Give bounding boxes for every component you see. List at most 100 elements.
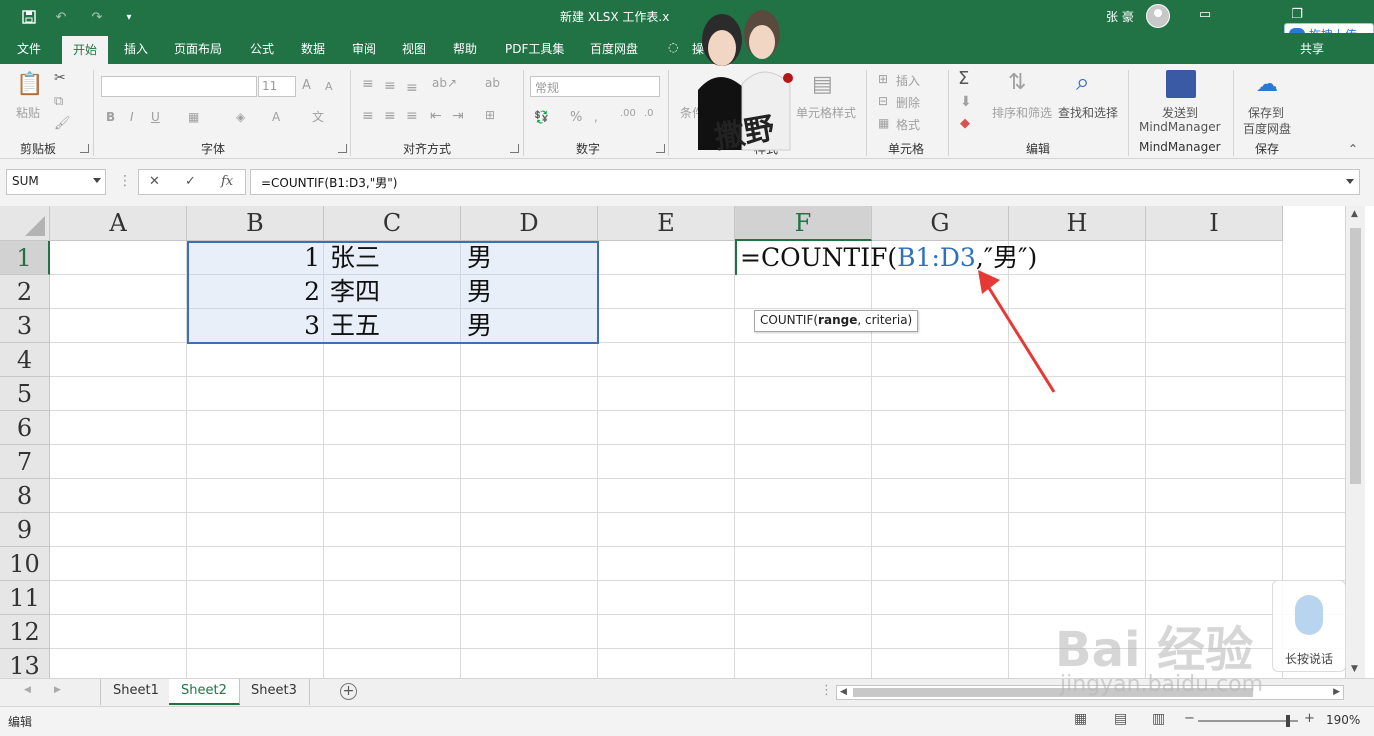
- row-header-9[interactable]: 9: [0, 513, 50, 547]
- collapse-ribbon-icon[interactable]: ⌃: [1348, 142, 1358, 156]
- column-header-i[interactable]: I: [1146, 206, 1283, 241]
- normal-view-icon[interactable]: ▦: [1074, 711, 1087, 727]
- fill-color-icon[interactable]: ◈: [236, 110, 245, 124]
- column-header-f[interactable]: F: [735, 206, 872, 241]
- number-format-select[interactable]: 常规: [530, 76, 660, 97]
- cancel-icon[interactable]: ✕: [149, 174, 160, 189]
- share-button[interactable]: 共享: [1300, 40, 1324, 57]
- insert-cells-button[interactable]: 插入: [896, 72, 920, 89]
- percent-style-button[interactable]: %: [570, 110, 582, 125]
- user-name[interactable]: 张 豪: [1106, 8, 1134, 25]
- decrease-indent-icon[interactable]: ⇤: [430, 108, 442, 124]
- format-cells-icon[interactable]: ▦: [878, 116, 889, 130]
- row-header-8[interactable]: 8: [0, 479, 50, 513]
- sort-filter-icon[interactable]: ⇅: [1008, 70, 1026, 95]
- row-header-1[interactable]: 1: [0, 241, 50, 275]
- bold-button[interactable]: B: [106, 110, 115, 124]
- avatar[interactable]: [1146, 4, 1170, 28]
- copy-icon[interactable]: ⧉: [54, 94, 63, 109]
- sheet-tab-sheet1[interactable]: Sheet1: [100, 679, 172, 705]
- scroll-left-icon[interactable]: ◀: [840, 687, 847, 697]
- align-top-icon[interactable]: ≡: [362, 76, 374, 92]
- send-to-label[interactable]: 发送到: [1162, 104, 1198, 121]
- font-name-select[interactable]: [101, 76, 257, 97]
- zoom-out-icon[interactable]: −: [1184, 711, 1195, 726]
- row-header-13[interactable]: 13: [0, 649, 50, 678]
- paste-icon[interactable]: 📋: [16, 72, 43, 97]
- formula-input[interactable]: =COUNTIF(B1:D3,"男"): [250, 169, 1360, 195]
- vertical-scroll-thumb[interactable]: [1350, 228, 1361, 484]
- column-header-h[interactable]: H: [1009, 206, 1146, 241]
- cell-d3[interactable]: 男: [467, 309, 597, 343]
- mindmanager-icon[interactable]: [1166, 70, 1196, 98]
- page-layout-view-icon[interactable]: ▤: [1114, 711, 1127, 727]
- tab-page-layout[interactable]: 页面布局: [174, 40, 222, 57]
- sort-filter-button[interactable]: 排序和筛选: [992, 104, 1052, 121]
- restore-window-icon[interactable]: ❐: [1284, 5, 1310, 25]
- add-sheet-button[interactable]: +: [340, 683, 357, 700]
- delete-cells-icon[interactable]: ⊟: [878, 94, 888, 108]
- scroll-right-icon[interactable]: ▶: [1333, 687, 1340, 697]
- find-select-button[interactable]: 查找和选择: [1058, 104, 1118, 121]
- font-color-icon[interactable]: A: [272, 110, 280, 124]
- page-break-view-icon[interactable]: ▥: [1152, 711, 1165, 727]
- cell-d2[interactable]: 男: [467, 275, 597, 309]
- worksheet-grid[interactable]: ABCDEFGHI 1 2 3 4 5 6 7 8 9 10 11 12 13 1 张三 男 2 李四 …: [0, 206, 1345, 678]
- column-header-c[interactable]: C: [324, 206, 461, 241]
- ribbon-display-icon[interactable]: ▭: [1192, 5, 1218, 25]
- tab-review[interactable]: 审阅: [352, 40, 376, 57]
- underline-button[interactable]: U: [151, 110, 160, 124]
- tab-file[interactable]: 文件: [17, 40, 41, 57]
- next-sheet-icon[interactable]: ▶: [54, 685, 61, 695]
- tab-insert[interactable]: 插入: [124, 40, 148, 57]
- align-center-icon[interactable]: ≡: [384, 108, 396, 124]
- merge-center-icon[interactable]: ⊞: [485, 108, 495, 122]
- column-header-b[interactable]: B: [187, 206, 324, 241]
- cell-c2[interactable]: 李四: [330, 275, 460, 309]
- name-box[interactable]: SUM: [6, 169, 106, 195]
- tab-data[interactable]: 数据: [301, 40, 325, 57]
- zoom-slider[interactable]: [1198, 715, 1298, 727]
- wrap-text-icon[interactable]: ab: [485, 76, 500, 90]
- save-to-label[interactable]: 保存到: [1248, 104, 1284, 121]
- insert-cells-icon[interactable]: ⊞: [878, 72, 888, 86]
- cut-icon[interactable]: ✂: [54, 70, 66, 86]
- undo-icon[interactable]: ↶: [50, 7, 72, 27]
- row-header-12[interactable]: 12: [0, 615, 50, 649]
- cell-styles-button[interactable]: 单元格样式: [796, 104, 856, 121]
- alignment-launcher-icon[interactable]: [510, 144, 519, 153]
- row-header-10[interactable]: 10: [0, 547, 50, 581]
- cell-b3[interactable]: 3: [188, 309, 320, 343]
- row-header-6[interactable]: 6: [0, 411, 50, 445]
- clipboard-launcher-icon[interactable]: [80, 144, 89, 153]
- orientation-icon[interactable]: ab↗: [432, 76, 457, 90]
- align-right-icon[interactable]: ≡: [406, 108, 418, 124]
- tab-view[interactable]: 视图: [402, 40, 426, 57]
- cell-styles-icon[interactable]: ▤: [812, 72, 833, 97]
- lightbulb-icon[interactable]: ◌: [668, 40, 678, 54]
- save-to-baidu-button[interactable]: 百度网盘: [1243, 120, 1291, 137]
- grow-font-icon[interactable]: A: [302, 78, 311, 93]
- sheet-tab-sheet2[interactable]: Sheet2: [169, 679, 240, 705]
- column-header-a[interactable]: A: [50, 206, 187, 241]
- tab-formulas[interactable]: 公式: [250, 40, 274, 57]
- format-painter-icon[interactable]: 🖌: [54, 116, 71, 131]
- delete-cells-button[interactable]: 删除: [896, 94, 920, 111]
- expand-formula-bar-icon[interactable]: [1346, 179, 1354, 184]
- tab-help[interactable]: 帮助: [453, 40, 477, 57]
- row-header-11[interactable]: 11: [0, 581, 50, 615]
- column-header-e[interactable]: E: [598, 206, 735, 241]
- zoom-level[interactable]: 190%: [1326, 713, 1360, 727]
- microphone-icon[interactable]: [1295, 595, 1323, 635]
- send-to-mindmanager-button[interactable]: MindManager: [1139, 120, 1221, 134]
- cell-c1[interactable]: 张三: [330, 241, 460, 275]
- accounting-format-icon[interactable]: 💱: [534, 110, 549, 124]
- chevron-down-icon[interactable]: [93, 178, 101, 183]
- zoom-in-icon[interactable]: +: [1304, 711, 1315, 726]
- comma-style-icon[interactable]: ,: [594, 110, 598, 124]
- autosum-icon[interactable]: Σ: [958, 68, 969, 89]
- vertical-scrollbar[interactable]: ▲ ▼: [1345, 206, 1365, 678]
- select-all-corner[interactable]: [0, 206, 50, 241]
- column-header-d[interactable]: D: [461, 206, 598, 241]
- row-header-5[interactable]: 5: [0, 377, 50, 411]
